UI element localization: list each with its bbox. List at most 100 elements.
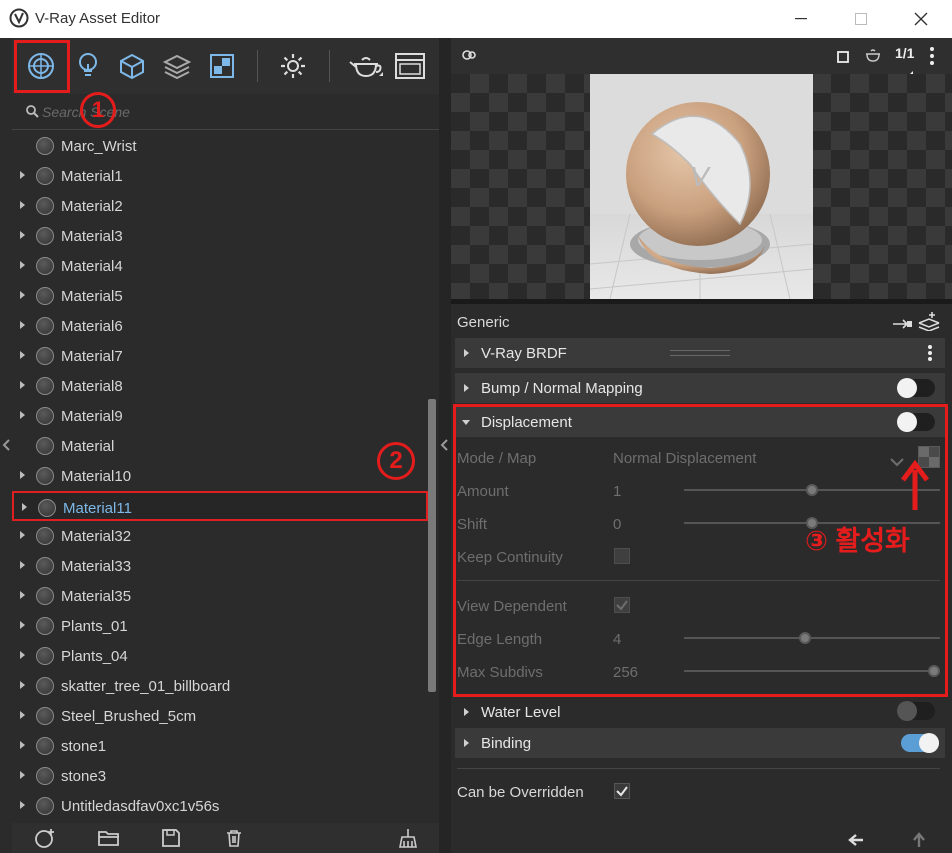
material-list-item[interactable]: Marc_Wrist: [12, 131, 428, 161]
material-list-item[interactable]: Material5: [12, 281, 428, 311]
render-teapot-icon[interactable]: [349, 52, 383, 80]
drag-handle[interactable]: [670, 350, 730, 356]
max-subdivs-value[interactable]: 256: [613, 664, 638, 681]
material-list-item[interactable]: Steel_Brushed_5cm: [12, 701, 428, 731]
binding-toggle[interactable]: [901, 733, 939, 753]
material-list-item-selected[interactable]: Material11: [12, 491, 428, 521]
material-list-item[interactable]: Material9: [12, 401, 428, 431]
save-icon[interactable]: [160, 828, 182, 848]
preview-shape-icon[interactable]: [837, 50, 849, 68]
material-label: Material6: [61, 318, 123, 335]
expand-arrow-icon[interactable]: [20, 291, 25, 299]
amount-value[interactable]: 1: [613, 483, 621, 500]
expand-arrow-icon[interactable]: [20, 591, 25, 599]
open-folder-icon[interactable]: [98, 828, 120, 848]
section-displacement[interactable]: Displacement: [455, 407, 945, 437]
collapse-arrow-icon[interactable]: [2, 438, 10, 456]
layers-icon[interactable]: [163, 52, 191, 80]
expand-arrow-icon[interactable]: [20, 651, 25, 659]
keep-continuity-checkbox[interactable]: [614, 548, 630, 564]
delete-icon[interactable]: [223, 828, 245, 848]
water-level-toggle[interactable]: [897, 701, 935, 721]
expand-arrow-icon[interactable]: [20, 711, 25, 719]
close-icon: [914, 12, 928, 26]
expand-arrow-icon[interactable]: [20, 171, 25, 179]
scrollbar-thumb[interactable]: [428, 399, 436, 692]
expand-arrow-icon[interactable]: [20, 681, 25, 689]
add-material-icon[interactable]: [34, 828, 56, 848]
up-arrow-icon[interactable]: [912, 832, 926, 853]
expand-arrow-icon[interactable]: [20, 741, 25, 749]
material-list-item[interactable]: stone1: [12, 731, 428, 761]
material-list-item[interactable]: Material6: [12, 311, 428, 341]
render-elements-icon[interactable]: [208, 52, 236, 80]
material-list-item[interactable]: Plants_01: [12, 611, 428, 641]
more-options-icon[interactable]: [928, 345, 932, 366]
material-list-item[interactable]: skatter_tree_01_billboard: [12, 671, 428, 701]
material-list-item[interactable]: Material1: [12, 161, 428, 191]
collapse-arrow-icon[interactable]: [440, 438, 448, 456]
expand-arrow-icon[interactable]: [20, 201, 25, 209]
can-be-overridden-checkbox[interactable]: [614, 783, 630, 799]
edge-length-slider-knob[interactable]: [799, 632, 811, 644]
materials-icon[interactable]: [27, 52, 55, 80]
section-water-level[interactable]: Water Level: [455, 697, 945, 727]
expand-arrow-icon[interactable]: [20, 471, 25, 479]
max-subdivs-slider-knob[interactable]: [928, 665, 940, 677]
max-subdivs-slider-track[interactable]: [684, 670, 940, 672]
expand-arrow-icon[interactable]: [20, 261, 25, 269]
material-list-item[interactable]: Material8: [12, 371, 428, 401]
expand-arrow-icon[interactable]: [20, 561, 25, 569]
link-icon[interactable]: [893, 316, 913, 334]
section-vray-brdf[interactable]: V-Ray BRDF: [455, 338, 945, 368]
section-bump-normal-mapping[interactable]: Bump / Normal Mapping: [455, 373, 945, 403]
expand-arrow-icon[interactable]: [20, 231, 25, 239]
displacement-toggle[interactable]: [897, 412, 935, 432]
edge-length-value[interactable]: 4: [613, 631, 621, 648]
material-list-item[interactable]: Material10: [12, 461, 428, 491]
maximize-button[interactable]: [838, 0, 884, 38]
more-options-icon[interactable]: [930, 47, 934, 70]
minimize-button[interactable]: [778, 0, 824, 38]
material-swatch-icon: [36, 227, 54, 245]
lights-icon[interactable]: [74, 52, 102, 80]
purge-broom-icon[interactable]: [397, 828, 419, 848]
material-list-item[interactable]: Material3: [12, 221, 428, 251]
view-dependent-checkbox[interactable]: [614, 597, 630, 613]
expand-arrow-icon[interactable]: [20, 321, 25, 329]
material-list-item[interactable]: Material7: [12, 341, 428, 371]
expand-arrow-icon[interactable]: [20, 381, 25, 389]
preview-ratio[interactable]: 1/1: [895, 45, 914, 61]
material-list-item[interactable]: Material2: [12, 191, 428, 221]
geometry-icon[interactable]: [118, 52, 146, 80]
expand-arrow-icon[interactable]: [20, 771, 25, 779]
material-list-item[interactable]: stone3: [12, 761, 428, 791]
expand-arrow-icon[interactable]: [20, 531, 25, 539]
expand-arrow-icon[interactable]: [20, 351, 25, 359]
edge-length-slider-track[interactable]: [684, 637, 940, 639]
material-list-item[interactable]: Material32: [12, 521, 428, 551]
frame-buffer-icon[interactable]: [394, 52, 426, 80]
material-label: Steel_Brushed_5cm: [61, 708, 197, 725]
bump-toggle[interactable]: [897, 378, 935, 398]
expand-arrow-icon[interactable]: [20, 411, 25, 419]
material-list-item[interactable]: Plants_04: [12, 641, 428, 671]
section-binding[interactable]: Binding: [455, 728, 945, 758]
settings-icon[interactable]: [279, 52, 307, 80]
material-list-item[interactable]: Material33: [12, 551, 428, 581]
shift-value[interactable]: 0: [613, 516, 621, 533]
amount-slider-knob[interactable]: [806, 484, 818, 496]
back-arrow-icon[interactable]: [848, 833, 864, 852]
add-layer-icon[interactable]: [918, 311, 940, 336]
material-list-item[interactable]: Untitledasdfav0xc1v56s: [12, 791, 428, 821]
material-list-item[interactable]: Material35: [12, 581, 428, 611]
expand-arrow-icon[interactable]: [20, 621, 25, 629]
expand-arrow-icon[interactable]: [22, 503, 27, 511]
material-list-item[interactable]: Material4: [12, 251, 428, 281]
close-button[interactable]: [898, 0, 944, 38]
mode-map-dropdown[interactable]: Normal Displacement: [613, 450, 756, 467]
teapot-icon[interactable]: [864, 48, 882, 67]
preview-sync-icon[interactable]: [461, 48, 477, 67]
expand-arrow-icon[interactable]: [20, 801, 25, 809]
material-list-item[interactable]: Material: [12, 431, 428, 461]
